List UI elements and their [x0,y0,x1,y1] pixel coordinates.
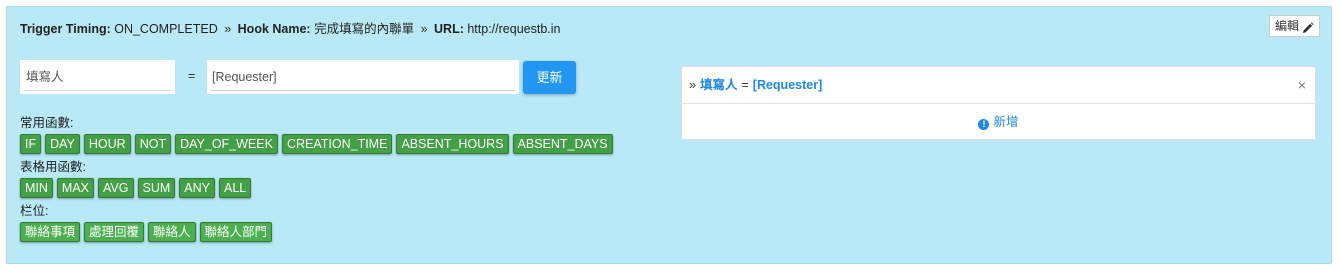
separator: » [224,22,232,36]
trigger-timing-label: Trigger Timing: [20,22,111,36]
equals-sign: = [188,69,196,83]
update-button[interactable]: 更新 [523,61,576,94]
mapping-list-card: » 填寫人 = [Requester] × ! 新增 [681,66,1316,140]
edit-button[interactable]: 編輯 [1268,15,1320,37]
function-chip[interactable]: AVG [98,178,134,198]
function-chip[interactable]: DAY [45,134,80,154]
table-functions-list: MIN MAX AVG SUM ANY ALL [20,178,252,198]
function-chip[interactable]: SUM [137,178,176,198]
close-icon[interactable]: × [1298,67,1306,103]
function-chip[interactable]: MAX [56,178,95,198]
function-chip[interactable]: NOT [134,134,172,154]
mapping-item-equals: = [741,78,749,92]
function-chip[interactable]: ANY [179,178,215,198]
mapping-marker: » [689,78,696,92]
function-chip[interactable]: DAY_OF_WEEK [175,134,278,154]
mapping-item-key: 填寫人 [699,78,738,92]
hook-name-label: Hook Name: [237,22,311,36]
mapping-key-value: 填寫人 [26,70,64,84]
function-chip[interactable]: MIN [20,178,53,198]
function-chip[interactable]: ABSENT_DAYS [512,134,613,154]
info-icon: ! [978,119,990,130]
fields-list: 聯絡事項 處理回覆 聯絡人 聯絡人部門 [20,222,273,242]
field-chip[interactable]: 聯絡事項 [20,222,81,242]
trigger-timing-value: ON_COMPLETED [114,22,218,36]
mapping-value-input[interactable]: [Requester] [207,60,519,94]
mapping-value-text: [Requester] [212,70,277,84]
fields-label: 栏位: [20,204,49,218]
common-functions-list: IF DAY HOUR NOT DAY_OF_WEEK CREATION_TIM… [20,134,613,154]
hook-summary: Trigger Timing: ON_COMPLETED » Hook Name… [20,18,560,37]
separator: » [420,22,428,36]
mapping-item-value: [Requester] [752,78,823,92]
function-chip[interactable]: IF [20,134,42,154]
add-mapping-button[interactable]: ! 新增 [682,104,1315,140]
field-chip[interactable]: 聯絡人 [148,222,196,242]
webhook-panel: Trigger Timing: ON_COMPLETED » Hook Name… [6,6,1332,264]
function-chip[interactable]: ALL [218,178,252,198]
edit-button-label: 編輯 [1274,19,1299,33]
table-functions-label: 表格用函數: [20,160,86,174]
function-chip[interactable]: ABSENT_HOURS [396,134,509,154]
pencil-icon [1302,20,1314,33]
function-chip[interactable]: HOUR [83,134,131,154]
mapping-item[interactable]: » 填寫人 = [Requester] × [682,67,1315,104]
url-label: URL: [434,22,464,36]
add-mapping-label: 新增 [993,115,1019,129]
url-value: http://requestb.in [467,22,561,36]
hook-name-value: 完成填寫的內聯單 [314,22,415,36]
field-chip[interactable]: 聯絡人部門 [199,222,273,242]
field-chip[interactable]: 處理回覆 [84,222,145,242]
common-functions-label: 常用函數: [20,116,74,130]
function-chip[interactable]: CREATION_TIME [281,134,393,154]
mapping-key-input[interactable]: 填寫人 [20,60,175,94]
